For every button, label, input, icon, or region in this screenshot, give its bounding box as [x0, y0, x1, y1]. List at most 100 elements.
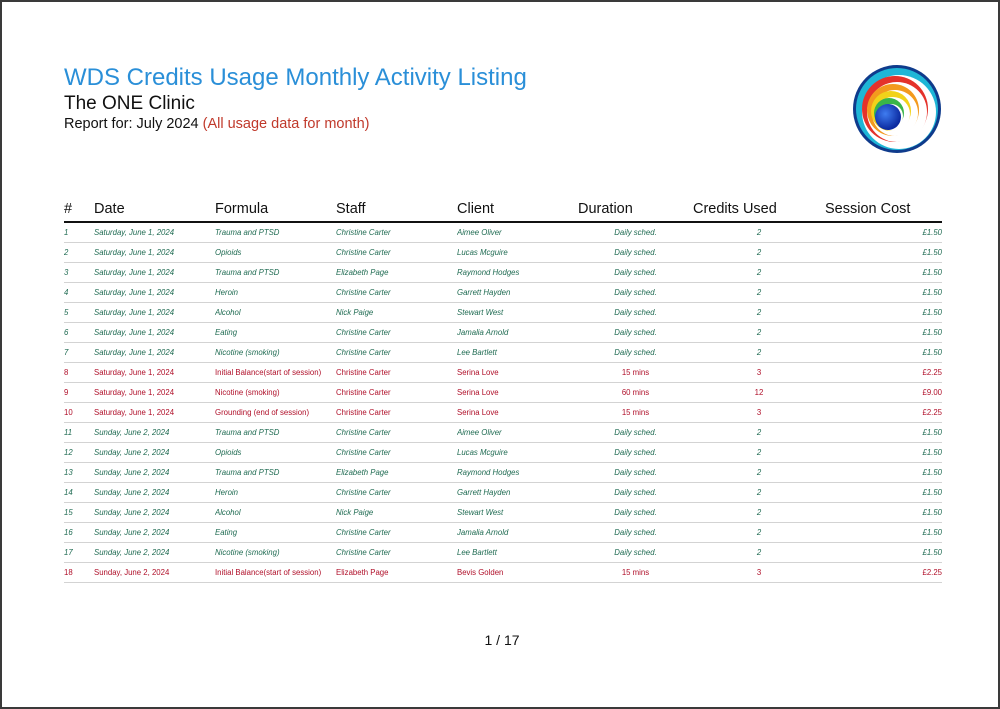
- row-formula: Opioids: [215, 242, 336, 263]
- row-staff: Christine Carter: [336, 342, 457, 363]
- header-number: #: [64, 198, 94, 223]
- row-staff: Christine Carter: [336, 382, 457, 403]
- row-cost: £1.50: [825, 542, 942, 563]
- table-body: 1 Saturday, June 1, 2024 Trauma and PTSD Ch…: [64, 222, 942, 583]
- report-period: July 2024: [136, 116, 199, 132]
- row-date: Saturday, June 1, 2024: [94, 282, 215, 303]
- row-cost: £1.50: [825, 242, 942, 263]
- row-staff: Christine Carter: [336, 242, 457, 263]
- row-client: Jamalia Arnold: [457, 322, 578, 343]
- row-staff: Nick Paige: [336, 502, 457, 523]
- row-cost: £1.50: [825, 342, 942, 363]
- header-date: Date: [94, 198, 215, 223]
- table-row: 6 Saturday, June 1, 2024 Eating Christine C…: [64, 322, 942, 343]
- row-cost: £1.50: [825, 462, 942, 483]
- row-credits: 2: [693, 262, 825, 283]
- row-date: Sunday, June 2, 2024: [94, 482, 215, 503]
- row-date: Saturday, June 1, 2024: [94, 402, 215, 423]
- row-cost: £1.50: [825, 222, 942, 243]
- table-row: 1 Saturday, June 1, 2024 Trauma and PTSD Ch…: [64, 222, 942, 243]
- row-number: 16: [64, 522, 94, 543]
- row-staff: Christine Carter: [336, 282, 457, 303]
- row-number: 13: [64, 462, 94, 483]
- row-credits: 2: [693, 302, 825, 323]
- usage-table: # Date Formula Staff Client Duration Cre…: [64, 198, 942, 583]
- row-duration: Daily sched.: [578, 502, 693, 523]
- row-formula: Trauma and PTSD: [215, 422, 336, 443]
- header-client: Client: [457, 198, 578, 223]
- table-row: 15 Sunday, June 2, 2024 Alcohol Nick Paige S…: [64, 502, 942, 523]
- row-duration: Daily sched.: [578, 282, 693, 303]
- row-duration: Daily sched.: [578, 482, 693, 503]
- table-row: 4 Saturday, June 1, 2024 Heroin Christine C…: [64, 282, 942, 303]
- row-formula: Eating: [215, 522, 336, 543]
- row-formula: Alcohol: [215, 502, 336, 523]
- table-row: 5 Saturday, June 1, 2024 Alcohol Nick Paige…: [64, 302, 942, 323]
- row-cost: £1.50: [825, 502, 942, 523]
- row-duration: Daily sched.: [578, 442, 693, 463]
- row-date: Sunday, June 2, 2024: [94, 522, 215, 543]
- row-date: Sunday, June 2, 2024: [94, 442, 215, 463]
- table-row: 8 Saturday, June 1, 2024 Initial Balance(s…: [64, 362, 942, 383]
- row-number: 10: [64, 402, 94, 423]
- row-duration: Daily sched.: [578, 262, 693, 283]
- row-client: Lucas Mcguire: [457, 442, 578, 463]
- row-credits: 2: [693, 322, 825, 343]
- row-duration: Daily sched.: [578, 242, 693, 263]
- header-formula: Formula: [215, 198, 336, 223]
- row-staff: Christine Carter: [336, 522, 457, 543]
- row-staff: Christine Carter: [336, 322, 457, 343]
- row-date: Saturday, June 1, 2024: [94, 322, 215, 343]
- row-formula: Nicotine (smoking): [215, 382, 336, 403]
- row-number: 11: [64, 422, 94, 443]
- table-row: 9 Saturday, June 1, 2024 Nicotine (smoking…: [64, 382, 942, 403]
- row-client: Lee Bartlett: [457, 542, 578, 563]
- row-client: Serina Love: [457, 362, 578, 383]
- row-staff: Christine Carter: [336, 402, 457, 423]
- row-client: Aimee Oliver: [457, 422, 578, 443]
- row-formula: Initial Balance(start of session): [215, 562, 336, 583]
- row-staff: Christine Carter: [336, 362, 457, 383]
- concentric-rainbow-rings-logo-icon: [853, 65, 941, 153]
- row-duration: Daily sched.: [578, 422, 693, 443]
- row-staff: Christine Carter: [336, 482, 457, 503]
- row-formula: Opioids: [215, 442, 336, 463]
- row-client: Jamalia Arnold: [457, 522, 578, 543]
- row-cost: £1.50: [825, 322, 942, 343]
- row-cost: £9.00: [825, 382, 942, 403]
- row-credits: 2: [693, 242, 825, 263]
- table-row: 17 Sunday, June 2, 2024 Nicotine (smoking)…: [64, 542, 942, 563]
- row-staff: Christine Carter: [336, 442, 457, 463]
- row-formula: Trauma and PTSD: [215, 222, 336, 243]
- row-date: Sunday, June 2, 2024: [94, 502, 215, 523]
- row-credits: 2: [693, 502, 825, 523]
- row-client: Bevis Golden: [457, 562, 578, 583]
- row-duration: Daily sched.: [578, 522, 693, 543]
- row-cost: £1.50: [825, 522, 942, 543]
- row-formula: Nicotine (smoking): [215, 342, 336, 363]
- row-duration: 15 mins: [578, 362, 693, 383]
- row-date: Sunday, June 2, 2024: [94, 462, 215, 483]
- row-client: Raymond Hodges: [457, 262, 578, 283]
- row-cost: £2.25: [825, 402, 942, 423]
- row-cost: £1.50: [825, 422, 942, 443]
- row-date: Saturday, June 1, 2024: [94, 382, 215, 403]
- row-credits: 3: [693, 402, 825, 423]
- row-staff: Nick Paige: [336, 302, 457, 323]
- row-formula: Eating: [215, 322, 336, 343]
- row-number: 12: [64, 442, 94, 463]
- row-credits: 2: [693, 542, 825, 563]
- row-cost: £1.50: [825, 302, 942, 323]
- report-title: WDS Credits Usage Monthly Activity Listi…: [64, 64, 527, 91]
- row-formula: Grounding (end of session): [215, 402, 336, 423]
- row-duration: Daily sched.: [578, 302, 693, 323]
- table-row: 10 Saturday, June 1, 2024 Grounding (end o…: [64, 402, 942, 423]
- row-staff: Christine Carter: [336, 422, 457, 443]
- row-number: 1: [64, 222, 94, 243]
- row-cost: £2.25: [825, 562, 942, 583]
- row-client: Lucas Mcguire: [457, 242, 578, 263]
- row-date: Saturday, June 1, 2024: [94, 302, 215, 323]
- row-credits: 2: [693, 282, 825, 303]
- table-row: 18 Sunday, June 2, 2024 Initial Balance(st…: [64, 562, 942, 583]
- clinic-name: The ONE Clinic: [64, 93, 195, 114]
